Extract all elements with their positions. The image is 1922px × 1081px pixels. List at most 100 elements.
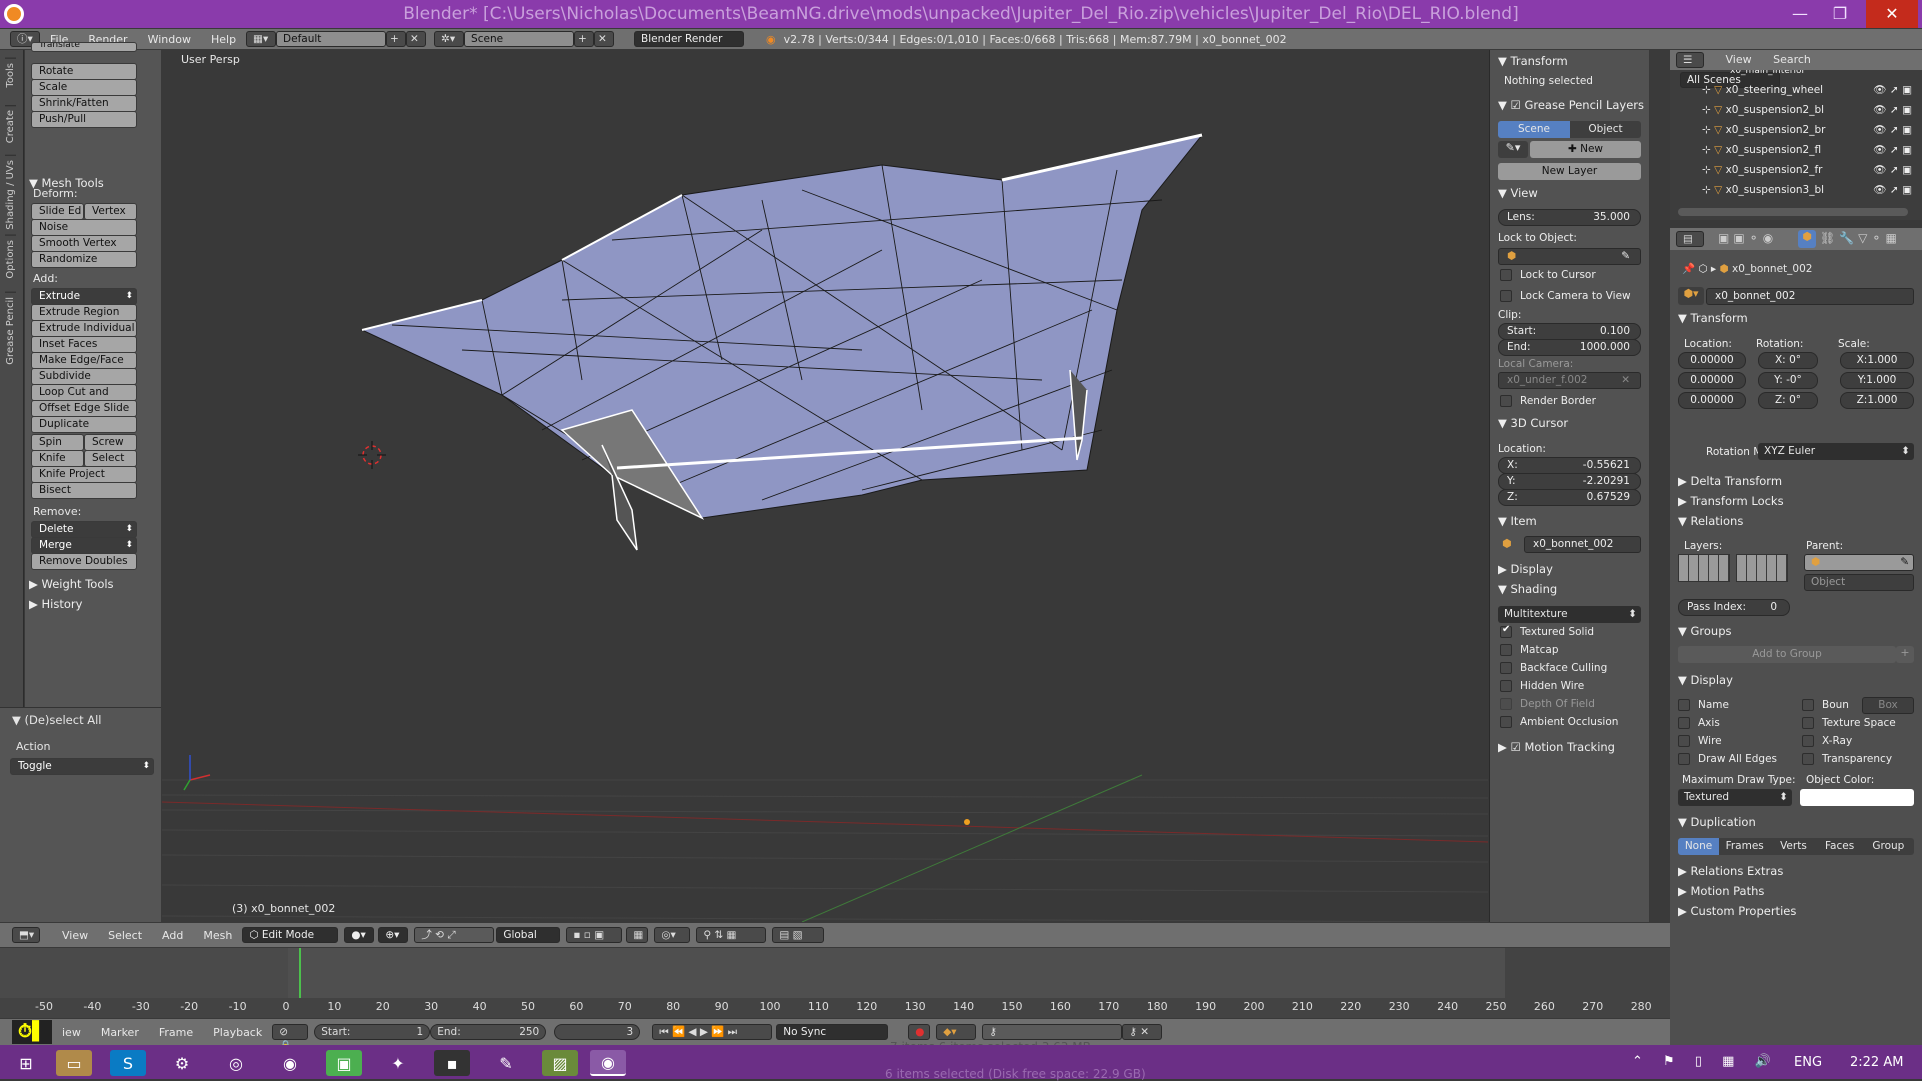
pin-icon[interactable]: 📌 xyxy=(1682,263,1695,275)
location-z-field[interactable]: 0.00000 xyxy=(1678,392,1746,409)
grease-object-button[interactable]: Object xyxy=(1570,121,1641,138)
knife-button[interactable]: Knife xyxy=(31,450,84,467)
item-header[interactable]: ▼ Item xyxy=(1498,514,1537,528)
close-button[interactable]: ✕ xyxy=(1866,0,1918,28)
image-editor-icon[interactable]: ▨ xyxy=(542,1050,578,1076)
remove-doubles-button[interactable]: Remove Doubles xyxy=(31,553,137,570)
occlude-icon[interactable]: ▦ xyxy=(626,927,649,943)
tab-shading-uvs[interactable]: Shading / UVs xyxy=(5,155,16,234)
blender-taskbar-icon[interactable]: ◉ xyxy=(590,1050,626,1076)
layout-icon[interactable]: ▦▾ xyxy=(246,31,277,47)
preview-range-icon[interactable]: ⊘ 🔒 xyxy=(272,1024,309,1052)
relations-header[interactable]: ▼ Relations xyxy=(1678,514,1743,528)
timeline-editor-icon[interactable]: ⏱▌ xyxy=(12,1020,52,1044)
tl-menu-view[interactable]: iew xyxy=(52,1026,91,1039)
display-wire-checkbox[interactable] xyxy=(1678,735,1690,747)
menu-view[interactable]: View xyxy=(52,929,98,942)
3d-viewport[interactable]: User Persp (3) x0_bonnet_002 xyxy=(162,50,1488,922)
inset-faces-button[interactable]: Inset Faces xyxy=(31,336,137,353)
rotate-button[interactable]: Rotate xyxy=(31,63,137,80)
tab-grease-pencil[interactable]: Grease Pencil xyxy=(5,292,16,369)
remove-layout-icon[interactable]: ✕ xyxy=(406,31,427,47)
end-frame-field[interactable]: End: 250 xyxy=(430,1024,547,1040)
item-name-field[interactable]: x0_bonnet_002 xyxy=(1524,536,1641,553)
display-all-edges-checkbox[interactable] xyxy=(1678,753,1690,765)
spin-button[interactable]: Spin xyxy=(31,434,84,451)
game-icon[interactable]: ✦ xyxy=(380,1050,416,1076)
knife-project-button[interactable]: Knife Project xyxy=(31,466,137,483)
cursor-z-field[interactable]: Z: 0.67529 xyxy=(1498,489,1641,506)
keying-set-field[interactable]: ⚷ xyxy=(982,1024,1123,1040)
display-transparency-checkbox[interactable] xyxy=(1802,753,1814,765)
motion-tracking-header[interactable]: ▶ ☑ Motion Tracking xyxy=(1498,740,1615,754)
minimize-button[interactable]: — xyxy=(1780,0,1820,28)
location-x-field[interactable]: 0.00000 xyxy=(1678,352,1746,369)
3d-editor-type-icon[interactable]: ⬒▾ xyxy=(12,927,40,943)
scale-y-field[interactable]: Y:1.000 xyxy=(1840,372,1914,389)
weight-tools-header[interactable]: ▶ Weight Tools xyxy=(29,577,114,591)
context-tab-icons[interactable]: ▣▣⚬◉ xyxy=(1718,231,1777,245)
outliner-row[interactable]: ⊹ ▽ x0_suspension3_bl 👁 ➚ ▣ xyxy=(1670,180,1922,200)
grease-pencil-checkbox[interactable]: ☑ xyxy=(1511,98,1521,112)
motion-tracking-checkbox[interactable]: ☑ xyxy=(1511,740,1521,754)
parent-type-select[interactable]: Object xyxy=(1804,574,1914,591)
orientation-select[interactable]: Global xyxy=(496,927,561,943)
depth-of-field-checkbox[interactable] xyxy=(1500,698,1512,710)
menu-select[interactable]: Select xyxy=(98,929,152,942)
scale-z-field[interactable]: Z:1.000 xyxy=(1840,392,1914,409)
menu-add[interactable]: Add xyxy=(152,929,193,942)
backface-culling-checkbox[interactable] xyxy=(1500,662,1512,674)
transform-header[interactable]: ▼ Transform xyxy=(1498,54,1568,68)
parent-eyedropper-icon[interactable]: ✎ xyxy=(1900,555,1909,570)
terminal-icon[interactable]: ▪ xyxy=(434,1050,470,1076)
outliner-row[interactable]: ⊹ ▽ x0_steering_wheel 👁 ➚ ▣ xyxy=(1670,80,1922,100)
snap-icons[interactable]: ⚲ ⇅ ▦ xyxy=(696,927,767,943)
noise-button[interactable]: Noise xyxy=(31,219,137,236)
pass-index-field[interactable]: Pass Index: 0 xyxy=(1678,599,1790,616)
clip-end-field[interactable]: End: 1000.000 xyxy=(1498,339,1641,356)
delta-transform-header[interactable]: ▶ Delta Transform xyxy=(1678,474,1782,488)
extrude-button[interactable]: Extrude xyxy=(31,288,137,305)
menu-window[interactable]: Window xyxy=(138,33,201,46)
remove-scene-icon[interactable]: ✕ xyxy=(594,31,615,47)
max-draw-type-select[interactable]: Textured ⬍ xyxy=(1678,789,1792,806)
tl-menu-playback[interactable]: Playback xyxy=(203,1026,272,1039)
3d-cursor-header[interactable]: ▼ 3D Cursor xyxy=(1498,416,1568,430)
outliner-scrollbar[interactable] xyxy=(1678,208,1908,216)
sync-select[interactable]: No Sync xyxy=(776,1024,889,1040)
push-pull-button[interactable]: Push/Pull xyxy=(31,111,137,128)
add-to-group-button[interactable]: Add to Group xyxy=(1678,646,1896,663)
screw-button[interactable]: Screw xyxy=(84,434,137,451)
dup-frames-button[interactable]: Frames xyxy=(1719,838,1771,855)
extrude-individual-button[interactable]: Extrude Individual xyxy=(31,320,137,337)
scale-button[interactable]: Scale xyxy=(31,79,137,96)
rotation-x-field[interactable]: X: 0° xyxy=(1758,352,1818,369)
keying-set-icon[interactable]: ◆▾ xyxy=(936,1024,977,1040)
file-explorer-icon[interactable]: ▭ xyxy=(56,1050,92,1076)
visibility-icons[interactable]: 👁 ➚ ▣ xyxy=(1873,160,1912,180)
extrude-region-button[interactable]: Extrude Region xyxy=(31,304,137,321)
properties-editor-icon[interactable]: ▤ xyxy=(1676,231,1704,247)
tl-menu-frame[interactable]: Frame xyxy=(149,1026,203,1039)
outliner-row-partial[interactable]: x0_main_interior xyxy=(1670,70,1922,80)
timeline-area[interactable]: -50 -40 -30 -20 -10 0 10 20 30 40 50 60 70 80 90 100 110… xyxy=(0,948,1670,1018)
more-tab-icons[interactable]: ⛓🔧▽⚬▦ xyxy=(1820,231,1901,245)
render-engine-select[interactable]: Blender Render xyxy=(634,31,745,47)
vertex-button[interactable]: Vertex xyxy=(84,203,137,220)
outliner-menu-search[interactable]: Search xyxy=(1773,53,1811,66)
display-name-checkbox[interactable] xyxy=(1678,699,1690,711)
cursor-y-field[interactable]: Y: -2.20291 xyxy=(1498,473,1641,490)
local-camera-field[interactable]: x0_under_f.002 ✕ xyxy=(1498,372,1641,389)
pivot-icon[interactable]: ⊕▾ xyxy=(378,927,409,943)
location-y-field[interactable]: 0.00000 xyxy=(1678,372,1746,389)
lock-object-field[interactable]: ⬢ ✎ xyxy=(1498,248,1641,265)
add-group-icon[interactable]: + xyxy=(1896,646,1914,663)
cursor-x-field[interactable]: X: -0.55621 xyxy=(1498,457,1641,474)
scene-select[interactable]: Scene xyxy=(464,31,575,47)
select-mode-icons[interactable]: ▪ ▫ ▣ xyxy=(566,927,623,943)
knife-select-button[interactable]: Select xyxy=(84,450,137,467)
layout-select[interactable]: Default xyxy=(276,31,387,47)
eyedropper-icon[interactable]: ✎ xyxy=(1621,249,1630,264)
hidden-wire-checkbox[interactable] xyxy=(1500,680,1512,692)
layers-grid-2[interactable] xyxy=(1736,554,1788,582)
